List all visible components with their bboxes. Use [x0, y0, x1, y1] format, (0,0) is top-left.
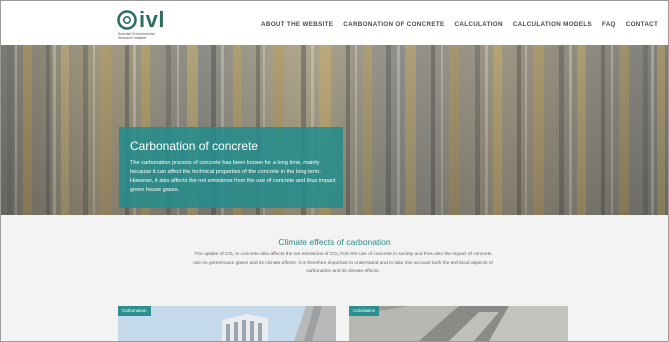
- logo-wordmark: ivl: [139, 7, 165, 32]
- hero-text-box: Carbonation of concrete The carbonation …: [119, 127, 343, 208]
- hero-description: The carbonation process of concrete has …: [130, 160, 336, 193]
- nav-item-calculation-models[interactable]: CALCULATION MODELS: [513, 21, 592, 28]
- card-carbonation[interactable]: Carbonation: [118, 306, 336, 341]
- hero-banner: Carbonation of concrete The carbonation …: [1, 45, 668, 215]
- site-header: ivl Swedish Environmental Research Insti…: [1, 1, 668, 45]
- section-description: The uptake of CO₂ in concrete also affec…: [193, 252, 493, 274]
- main-nav: ABOUT THE WEBSITE CARBONATION OF CONCRET…: [261, 18, 668, 30]
- ivl-logo[interactable]: ivl Swedish Environmental Research Insti…: [117, 7, 177, 41]
- calculation-card-image: [349, 306, 568, 341]
- hero-title: Carbonation of concrete: [130, 139, 259, 153]
- logo-subtitle: Swedish Environmental Research Institute: [118, 32, 155, 40]
- nav-item-carbonation[interactable]: CARBONATION OF CONCRETE: [343, 21, 444, 28]
- nav-item-contact[interactable]: CONTACT: [626, 21, 658, 28]
- nav-item-about[interactable]: ABOUT THE WEBSITE: [261, 21, 333, 28]
- card-tag-carbonation: Carbonation: [118, 306, 151, 316]
- nav-item-calculation[interactable]: CALCULATION: [455, 21, 503, 28]
- card-calculation[interactable]: Calculation: [349, 306, 568, 341]
- section-title: Climate effects of carbonation: [278, 237, 391, 247]
- climate-effects-section: Climate effects of carbonation The uptak…: [1, 215, 668, 341]
- ivl-logo-mark-icon: [117, 10, 137, 30]
- card-tag-calculation: Calculation: [349, 306, 380, 316]
- browser-page: ivl Swedish Environmental Research Insti…: [0, 0, 669, 342]
- nav-item-faq[interactable]: FAQ: [602, 21, 616, 28]
- carbonation-card-image: [118, 306, 336, 341]
